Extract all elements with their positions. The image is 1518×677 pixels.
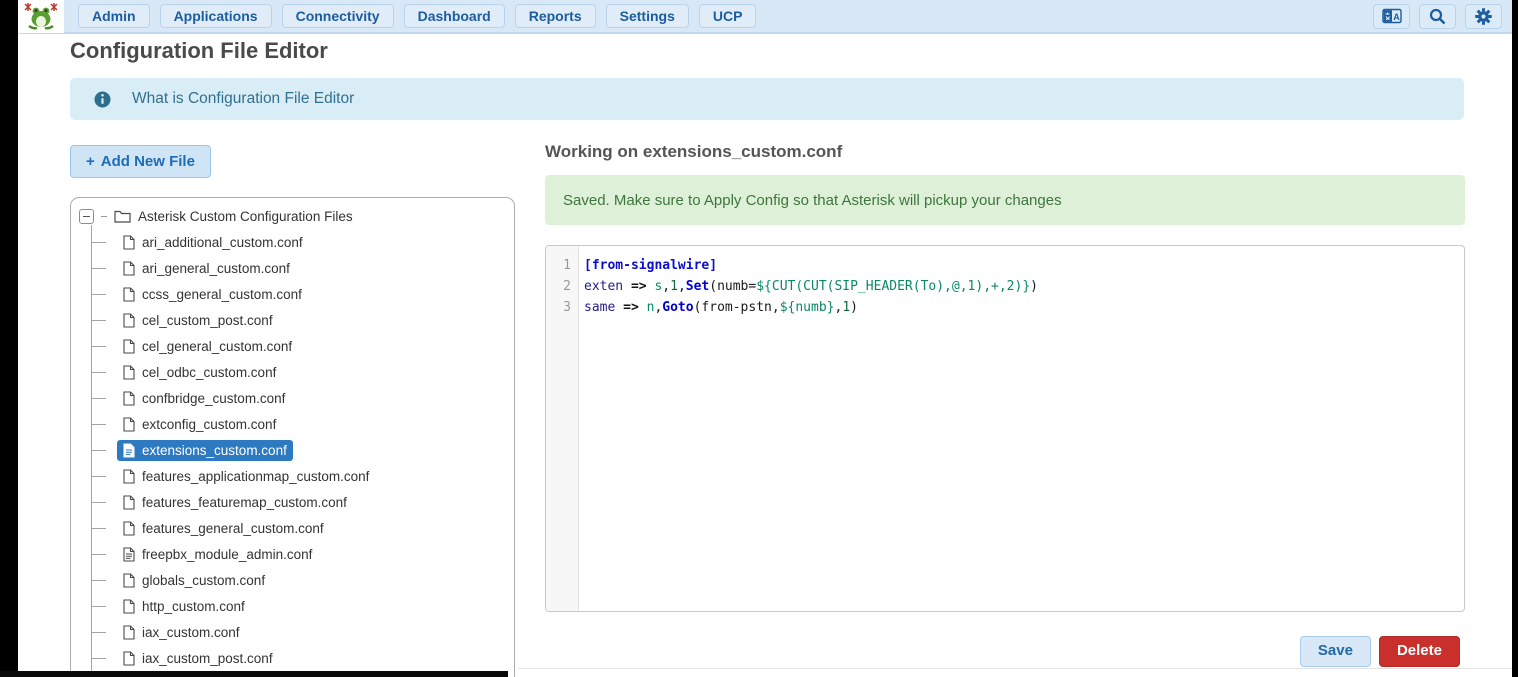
file-icon	[123, 313, 135, 328]
folder-icon	[114, 209, 131, 223]
file-name: cel_general_custom.conf	[142, 339, 292, 354]
settings-button[interactable]	[1465, 4, 1502, 29]
file-icon	[123, 365, 135, 380]
file-icon	[123, 391, 135, 406]
file-name: iax_custom_post.conf	[142, 651, 273, 666]
tree-root-node[interactable]: Asterisk Custom Configuration Files	[79, 207, 514, 225]
tree-connector	[101, 216, 107, 217]
code-editor[interactable]: 1[from-signalwire]2exten => s,1,Set(numb…	[545, 245, 1465, 612]
file-tree-panel: Asterisk Custom Configuration Files ari_…	[70, 197, 515, 677]
app-window: AdminApplicationsConnectivityDashboardRe…	[18, 0, 1512, 677]
nav-tab-connectivity[interactable]: Connectivity	[282, 4, 394, 28]
page-title: Configuration File Editor	[70, 38, 328, 64]
file-name: features_applicationmap_custom.conf	[142, 469, 369, 484]
line-number: 2	[546, 276, 579, 297]
code-text: exten => s,1,Set(numb=${CUT(CUT(SIP_HEAD…	[579, 276, 1038, 297]
tree-file-item[interactable]: ari_general_custom.conf	[71, 255, 514, 281]
file-icon	[123, 469, 135, 484]
code-line: 3same => n,Goto(from-pstn,${numb},1)	[546, 297, 1464, 318]
tree-file-item[interactable]: confbridge_custom.conf	[71, 385, 514, 411]
file-icon	[123, 339, 135, 354]
tree-file-item[interactable]: iax_custom_post.conf	[71, 645, 514, 671]
file-name: iax_custom.conf	[142, 625, 240, 640]
tree-file-item[interactable]: cel_custom_post.conf	[71, 307, 514, 333]
line-number: 1	[546, 255, 579, 276]
tree-file-item[interactable]: http_custom.conf	[71, 593, 514, 619]
tree-root-label: Asterisk Custom Configuration Files	[138, 209, 353, 224]
file-name: confbridge_custom.conf	[142, 391, 285, 406]
file-name: cel_custom_post.conf	[142, 313, 273, 328]
screen-edge-bar	[0, 671, 508, 677]
file-name: features_featuremap_custom.conf	[142, 495, 347, 510]
editor-workspace: Working on extensions_custom.conf Saved.…	[545, 0, 1465, 677]
tree-file-item[interactable]: features_general_custom.conf	[71, 515, 514, 541]
tree-file-item[interactable]: globals_custom.conf	[71, 567, 514, 593]
tree-file-item[interactable]: iax_custom.conf	[71, 619, 514, 645]
tree-file-item[interactable]: extensions_custom.conf	[71, 437, 514, 463]
nav-tab-applications[interactable]: Applications	[160, 4, 272, 28]
file-tree-children: ari_additional_custom.conf ari_general_cu…	[71, 229, 514, 677]
code-line: 1[from-signalwire]	[546, 255, 1464, 276]
file-name: extensions_custom.conf	[142, 443, 287, 458]
code-text: [from-signalwire]	[579, 255, 717, 276]
gear-icon	[1474, 7, 1493, 26]
file-icon	[123, 573, 135, 588]
save-button[interactable]: Save	[1300, 636, 1371, 667]
file-icon	[123, 235, 135, 250]
delete-button[interactable]: Delete	[1379, 636, 1460, 667]
file-name: cel_odbc_custom.conf	[142, 365, 276, 380]
freepbx-logo[interactable]	[18, 0, 64, 33]
tree-file-item[interactable]: extconfig_custom.conf	[71, 411, 514, 437]
info-banner-text: What is Configuration File Editor	[132, 90, 354, 108]
saved-alert: Saved. Make sure to Apply Config so that…	[545, 175, 1465, 225]
file-name: features_general_custom.conf	[142, 521, 324, 536]
file-name: ari_general_custom.conf	[142, 261, 290, 276]
file-icon	[123, 261, 135, 276]
working-on-heading: Working on extensions_custom.conf	[545, 142, 842, 162]
file-icon	[123, 599, 135, 614]
editor-actions: Save Delete	[545, 636, 1460, 667]
tree-file-item[interactable]: cel_general_custom.conf	[71, 333, 514, 359]
frog-logo-icon	[23, 2, 59, 30]
file-icon	[123, 287, 135, 302]
code-line: 2exten => s,1,Set(numb=${CUT(CUT(SIP_HEA…	[546, 276, 1464, 297]
info-icon	[94, 91, 111, 108]
file-name: http_custom.conf	[142, 599, 245, 614]
tree-file-item[interactable]: features_featuremap_custom.conf	[71, 489, 514, 515]
page-bottom-divider	[518, 668, 1512, 669]
file-icon	[123, 417, 135, 432]
tree-collapse-toggle[interactable]	[79, 209, 94, 224]
tree-file-item[interactable]: freepbx_module_admin.conf	[71, 541, 514, 567]
tree-file-item[interactable]: cel_odbc_custom.conf	[71, 359, 514, 385]
tree-file-item[interactable]: ccss_general_custom.conf	[71, 281, 514, 307]
saved-alert-text: Saved. Make sure to Apply Config so that…	[563, 192, 1062, 209]
code-lines: 1[from-signalwire]2exten => s,1,Set(numb…	[546, 246, 1464, 318]
file-name: ari_additional_custom.conf	[142, 235, 303, 250]
file-icon	[123, 495, 135, 510]
plus-icon: +	[86, 153, 95, 170]
file-icon	[123, 625, 135, 640]
line-number: 3	[546, 297, 579, 318]
nav-tab-admin[interactable]: Admin	[78, 4, 150, 28]
file-name: ccss_general_custom.conf	[142, 287, 302, 302]
code-text: same => n,Goto(from-pstn,${numb},1)	[579, 297, 858, 318]
add-new-file-label: Add New File	[101, 153, 195, 170]
file-icon	[123, 547, 135, 562]
add-new-file-button[interactable]: + Add New File	[70, 145, 211, 178]
file-name: globals_custom.conf	[142, 573, 265, 588]
nav-tab-dashboard[interactable]: Dashboard	[404, 4, 505, 28]
file-icon	[123, 521, 135, 536]
file-icon	[123, 651, 135, 666]
file-name: freepbx_module_admin.conf	[142, 547, 312, 562]
tree-file-item[interactable]: features_applicationmap_custom.conf	[71, 463, 514, 489]
file-icon	[123, 443, 135, 458]
file-name: extconfig_custom.conf	[142, 417, 276, 432]
tree-file-item[interactable]: ari_additional_custom.conf	[71, 229, 514, 255]
